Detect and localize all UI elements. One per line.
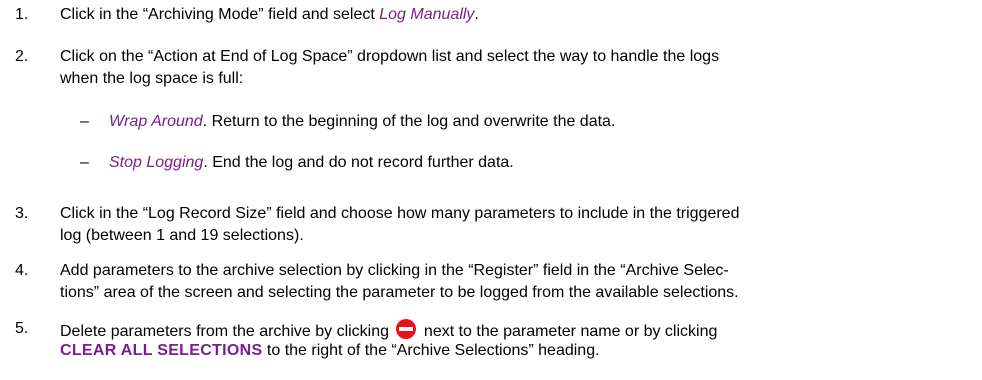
step-4-number: 4.: [15, 262, 29, 279]
option-1-emph: Wrap Around: [109, 113, 203, 130]
step-5-pre: Delete parameters from the archive by cl…: [60, 323, 394, 340]
step-5-number: 5.: [15, 320, 29, 337]
step-1-pre: Click in the “Archiving Mode” field and …: [60, 6, 380, 23]
option-wrap-around: Wrap Around. Return to the beginning of …: [109, 111, 615, 133]
step-3-line-1: Click in the “Log Record Size” field and…: [60, 205, 740, 222]
option-2-text: . End the log and do not record further …: [203, 154, 514, 171]
step-3-line-2: log (between 1 and 19 selections).: [60, 227, 304, 244]
option-1-text: . Return to the beginning of the log and…: [202, 113, 616, 130]
step-2-number: 2.: [15, 48, 29, 65]
step-5-post: next to the parameter name or by clickin…: [419, 323, 718, 340]
step-4-line-2: tions” area of the screen and selecting …: [60, 284, 739, 301]
step-1-post: .: [474, 6, 479, 23]
step-1-emph: Log Manually: [379, 6, 475, 23]
step-1-number: 1.: [15, 6, 29, 23]
step-1-text: Click in the “Archiving Mode” field and …: [60, 4, 479, 26]
step-4-line-1: Add parameters to the archive selection …: [60, 262, 729, 279]
option-2-emph: Stop Logging: [109, 154, 204, 171]
option-1-dash: –: [80, 113, 89, 130]
step-5-line-2: CLEAR ALL SELECTIONS to the right of the…: [60, 340, 600, 362]
option-2-dash: –: [80, 154, 89, 171]
document-body: 1. Click in the “Archiving Mode” field a…: [0, 0, 982, 380]
step-2-line-2: when the log space is full:: [60, 70, 244, 87]
step-2-line-1: Click on the “Action at End of Log Space…: [60, 48, 720, 65]
clear-all-selections-link[interactable]: CLEAR ALL SELECTIONS: [60, 342, 262, 359]
option-stop-logging: Stop Logging. End the log and do not rec…: [109, 152, 514, 174]
step-3-number: 3.: [15, 205, 29, 222]
step-5-line-2-text: to the right of the “Archive Selections”…: [262, 342, 600, 359]
delete-icon: [395, 318, 417, 340]
